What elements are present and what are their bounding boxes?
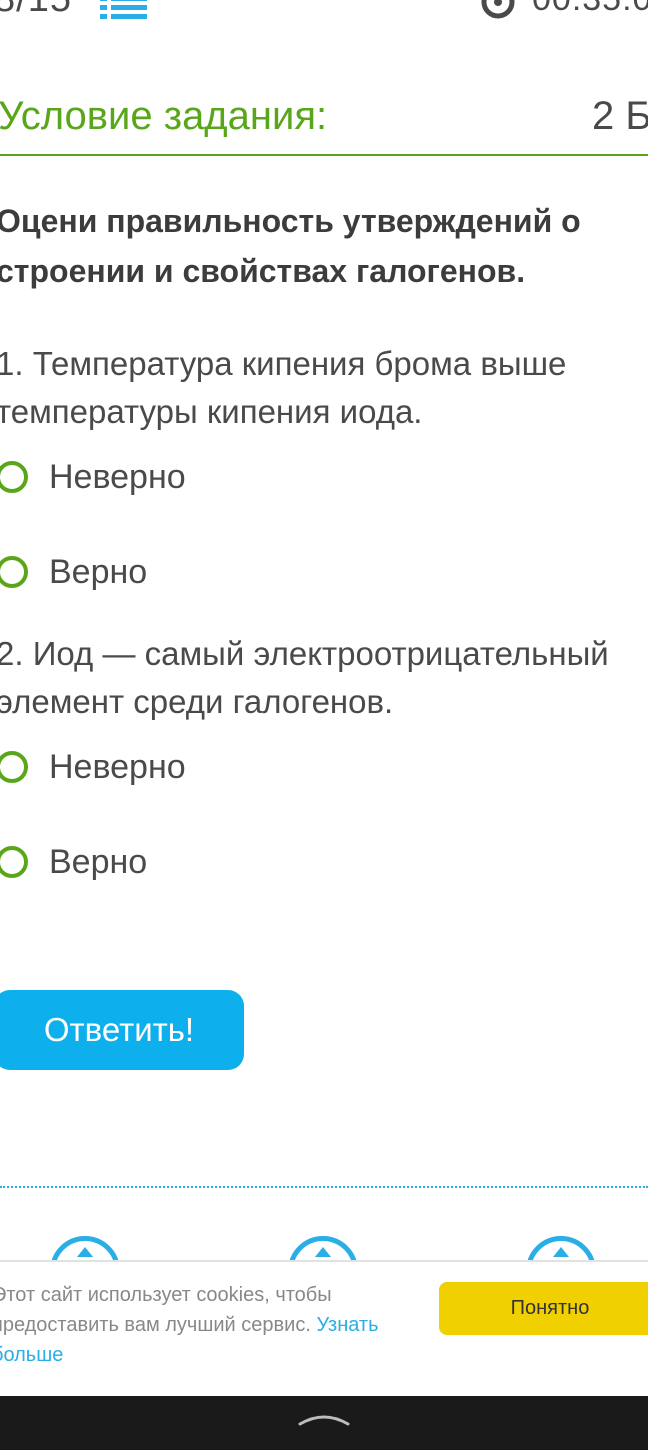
statement-1-option-true[interactable]: Верно — [0, 547, 147, 597]
header-divider — [0, 154, 648, 156]
statement-2-option-false[interactable]: Неверно — [0, 742, 186, 792]
cookie-text: Этот сайт использует cookies, чтобы пред… — [0, 1284, 332, 1336]
points: 2 Б. — [592, 94, 648, 138]
condition-title: Условие задания: — [0, 94, 328, 138]
list-icon[interactable] — [100, 0, 148, 20]
radio-empty-icon[interactable] — [0, 751, 28, 783]
radio-empty-icon[interactable] — [0, 556, 28, 588]
statement-1-option-false[interactable]: Неверно — [0, 452, 186, 502]
radio-empty-icon[interactable] — [0, 461, 28, 493]
statement-2-option-true[interactable]: Верно — [0, 837, 147, 887]
option-label: Неверно — [49, 457, 186, 496]
answer-button[interactable]: Ответить! — [0, 990, 244, 1070]
dotted-divider — [0, 1186, 648, 1188]
statement-1: 1. Температура кипения брома выше темпер… — [0, 345, 567, 430]
clock-icon — [481, 0, 515, 19]
cookie-message: Этот сайт использует cookies, чтобы пред… — [0, 1280, 402, 1370]
statement-2: 2. Иод — самый электроотрицательный элем… — [0, 635, 609, 720]
radio-empty-icon[interactable] — [0, 846, 28, 878]
question-prompt: Оцени правильность утверждений о строени… — [0, 203, 581, 289]
chevron-up-icon[interactable] — [296, 1408, 352, 1428]
question-progress: 8/15 — [0, 0, 72, 21]
timer: 00:35:07 — [532, 0, 648, 19]
cookie-accept-button[interactable]: Понятно — [439, 1282, 648, 1335]
option-label: Неверно — [49, 747, 186, 786]
option-label: Верно — [49, 842, 148, 881]
option-label: Верно — [49, 552, 148, 591]
